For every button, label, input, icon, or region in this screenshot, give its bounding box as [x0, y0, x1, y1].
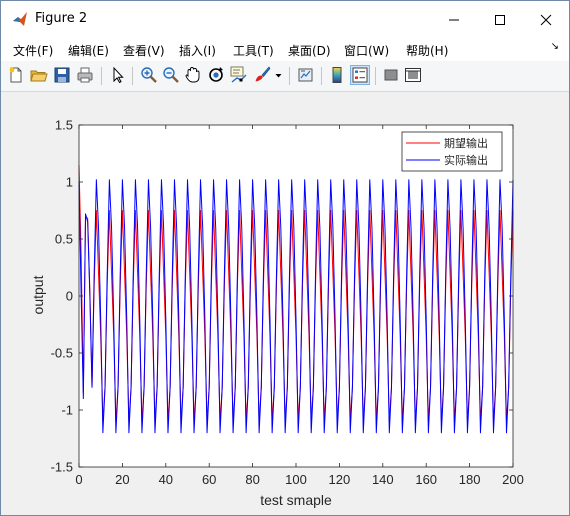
toolbar-separator [375, 67, 376, 85]
menu-bar: 文件(F) 编辑(E) 查看(V) 插入(I) 工具(T) 桌面(D) 窗口(W… [1, 38, 569, 61]
close-icon [540, 14, 552, 25]
y-tick-label: -0.5 [51, 346, 73, 361]
x-tick-label: 120 [329, 472, 351, 487]
show-plot-tools-icon[interactable] [404, 66, 422, 84]
close-button[interactable] [523, 1, 569, 38]
figure-window: Figure 2 文件(F) 编辑(E) 查看(V) 插入(I) 工具(T) 桌… [0, 0, 570, 516]
x-axis-label: test smaple [260, 492, 332, 508]
rotate-3d-icon[interactable] [207, 66, 225, 84]
menu-help[interactable]: 帮助(H) [406, 42, 448, 59]
y-tick-label: 0.5 [55, 232, 73, 247]
legend[interactable]: 期望输出 实际输出 [401, 131, 503, 172]
brush-dropdown-icon[interactable] [274, 66, 283, 84]
legend-label-actual: 实际输出 [444, 153, 488, 167]
plot-area [79, 125, 513, 467]
y-tick-label: 1.5 [55, 118, 73, 133]
edit-plot-icon[interactable] [109, 66, 127, 84]
print-icon[interactable] [76, 66, 94, 84]
menu-edit[interactable]: 编辑(E) [68, 42, 109, 59]
figure-canvas: 0 20 40 60 80 100 120 140 160 180 200 1.5 1 0.5 0 -0.5 -… [6, 93, 566, 511]
window-title: Figure 2 [35, 11, 88, 26]
x-tick-label: 20 [115, 472, 129, 487]
minimize-icon [449, 19, 459, 20]
menu-tools[interactable]: 工具(T) [233, 42, 274, 59]
x-tick-label: 0 [75, 472, 82, 487]
legend-label-desired: 期望输出 [444, 136, 488, 150]
y-axis-label: output [30, 275, 46, 314]
zoom-out-icon[interactable] [162, 66, 180, 84]
hide-plot-tools-icon[interactable] [382, 66, 400, 84]
insert-colorbar-icon[interactable] [328, 66, 346, 84]
insert-legend-icon[interactable] [350, 65, 370, 85]
save-icon[interactable] [53, 66, 71, 84]
zoom-in-icon[interactable] [140, 66, 158, 84]
matlab-icon [13, 12, 27, 26]
x-tick-label: 200 [502, 472, 524, 487]
toolbar-separator [101, 67, 102, 85]
toolbar-separator [321, 67, 322, 85]
x-tick-label: 80 [245, 472, 259, 487]
y-tick-label: -1 [61, 403, 73, 418]
toolbar-separator [289, 67, 290, 85]
maximize-button[interactable] [477, 1, 523, 38]
link-plot-icon[interactable] [297, 66, 315, 84]
y-tick-label: 0 [66, 289, 73, 304]
minimize-button[interactable] [431, 1, 477, 38]
title-bar[interactable]: Figure 2 [1, 1, 569, 38]
menu-insert[interactable]: 插入(I) [179, 42, 216, 59]
menu-file[interactable]: 文件(F) [13, 42, 53, 59]
x-tick-label: 180 [459, 472, 481, 487]
line-chart[interactable]: 0 20 40 60 80 100 120 140 160 180 200 1.5 1 0.5 0 -0.5 -… [6, 93, 566, 511]
data-cursor-icon[interactable] [230, 66, 248, 84]
toolbar-separator [132, 67, 133, 85]
menu-desktop[interactable]: 桌面(D) [288, 42, 331, 59]
menu-view[interactable]: 查看(V) [123, 42, 165, 59]
new-figure-icon[interactable] [7, 66, 25, 84]
figure-toolbar [1, 61, 569, 92]
x-tick-label: 60 [202, 472, 216, 487]
open-file-icon[interactable] [30, 66, 48, 84]
maximize-icon [495, 14, 505, 25]
pan-icon[interactable] [184, 66, 202, 84]
menu-overflow-icon[interactable]: ↘ [551, 41, 559, 52]
y-tick-label: -1.5 [51, 460, 73, 475]
x-tick-label: 100 [285, 472, 307, 487]
menu-window[interactable]: 窗口(W) [344, 42, 389, 59]
x-tick-label: 160 [415, 472, 437, 487]
x-tick-label: 140 [372, 472, 394, 487]
brush-icon[interactable] [253, 66, 271, 84]
x-tick-label: 40 [159, 472, 173, 487]
y-tick-label: 1 [66, 175, 73, 190]
